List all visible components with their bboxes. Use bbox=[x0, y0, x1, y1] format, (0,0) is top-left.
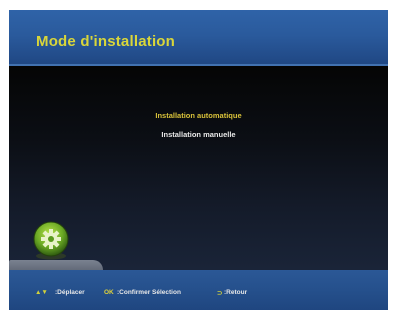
gear-icon bbox=[33, 221, 69, 260]
ok-key-label: OK bbox=[104, 289, 114, 296]
back-icon: ⊃ bbox=[217, 290, 223, 297]
page-title: Mode d'installation bbox=[36, 33, 176, 50]
up-down-arrows-icon: ▲▼ bbox=[35, 289, 48, 296]
footer-bar: ▲▼ :Déplacer OK :Confirmer Sélection ⊃ :… bbox=[9, 270, 388, 310]
header-bar: Mode d'installation bbox=[9, 10, 388, 66]
menu-item-automatic-installation[interactable]: Installation automatique bbox=[9, 111, 388, 120]
menu-item-manual-installation[interactable]: Installation manuelle bbox=[9, 130, 388, 139]
move-hint: :Déplacer bbox=[55, 289, 85, 296]
installation-mode-screen: Mode d'installation Installation automat… bbox=[9, 10, 388, 310]
back-hint: :Retour bbox=[224, 289, 248, 296]
confirm-selection-hint: :Confirmer Sélection bbox=[117, 289, 181, 296]
